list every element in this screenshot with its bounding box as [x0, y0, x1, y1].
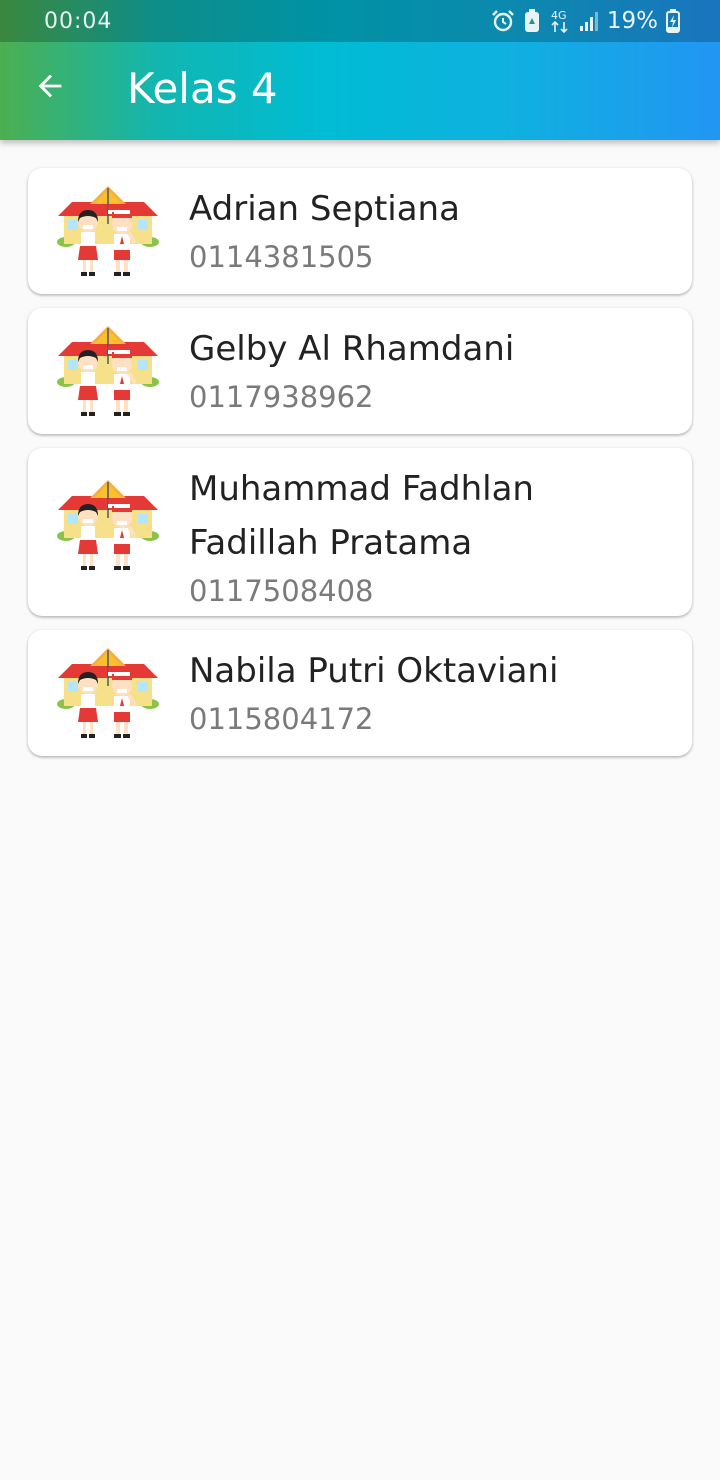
student-name: Muhammad Fadhlan Fadillah Pratama	[189, 469, 534, 563]
back-button[interactable]	[18, 56, 82, 120]
student-name: Nabila Putri Oktaviani	[189, 651, 559, 691]
network-4g-icon: 4G	[549, 8, 571, 34]
student-nisn: 0115804172	[189, 702, 374, 736]
school-students-icon	[56, 478, 160, 574]
student-card[interactable]: Nabila Putri Oktaviani 0115804172	[28, 630, 692, 756]
battery-saver-icon	[523, 8, 541, 34]
school-students-icon	[56, 324, 160, 420]
page-title: Kelas 4	[127, 64, 278, 113]
status-bar: 00:04 4G 19%	[0, 0, 720, 42]
student-info: Nabila Putri Oktaviani 0115804172	[189, 644, 672, 740]
app-header: 00:04 4G 19% Kelas 4	[0, 0, 720, 140]
school-students-icon	[56, 184, 160, 280]
student-card[interactable]: Adrian Septiana 0114381505	[28, 168, 692, 294]
signal-icon	[579, 10, 599, 32]
status-time: 00:04	[44, 9, 113, 34]
arrow-left-icon	[33, 69, 67, 107]
network-label: 4G	[551, 9, 567, 22]
student-nisn: 0117508408	[189, 574, 374, 608]
student-card[interactable]: Gelby Al Rhamdani 0117938962	[28, 308, 692, 434]
battery-percent: 19%	[606, 8, 658, 34]
student-info: Gelby Al Rhamdani 0117938962	[189, 322, 672, 418]
student-nisn: 0114381505	[189, 240, 374, 274]
app-bar: Kelas 4	[0, 42, 720, 140]
battery-charging-icon	[666, 9, 680, 33]
student-info: Adrian Septiana 0114381505	[189, 182, 672, 278]
school-students-icon	[56, 646, 160, 742]
status-icons: 4G 19%	[491, 6, 680, 36]
student-list: Adrian Septiana 0114381505 Gelby Al Rham…	[28, 168, 692, 770]
student-name: Gelby Al Rhamdani	[189, 329, 515, 369]
student-name: Adrian Septiana	[189, 189, 460, 229]
student-nisn: 0117938962	[189, 380, 374, 414]
student-card[interactable]: Muhammad Fadhlan Fadillah Pratama 011750…	[28, 448, 692, 616]
student-info: Muhammad Fadhlan Fadillah Pratama 011750…	[189, 462, 672, 612]
alarm-icon	[491, 9, 515, 33]
